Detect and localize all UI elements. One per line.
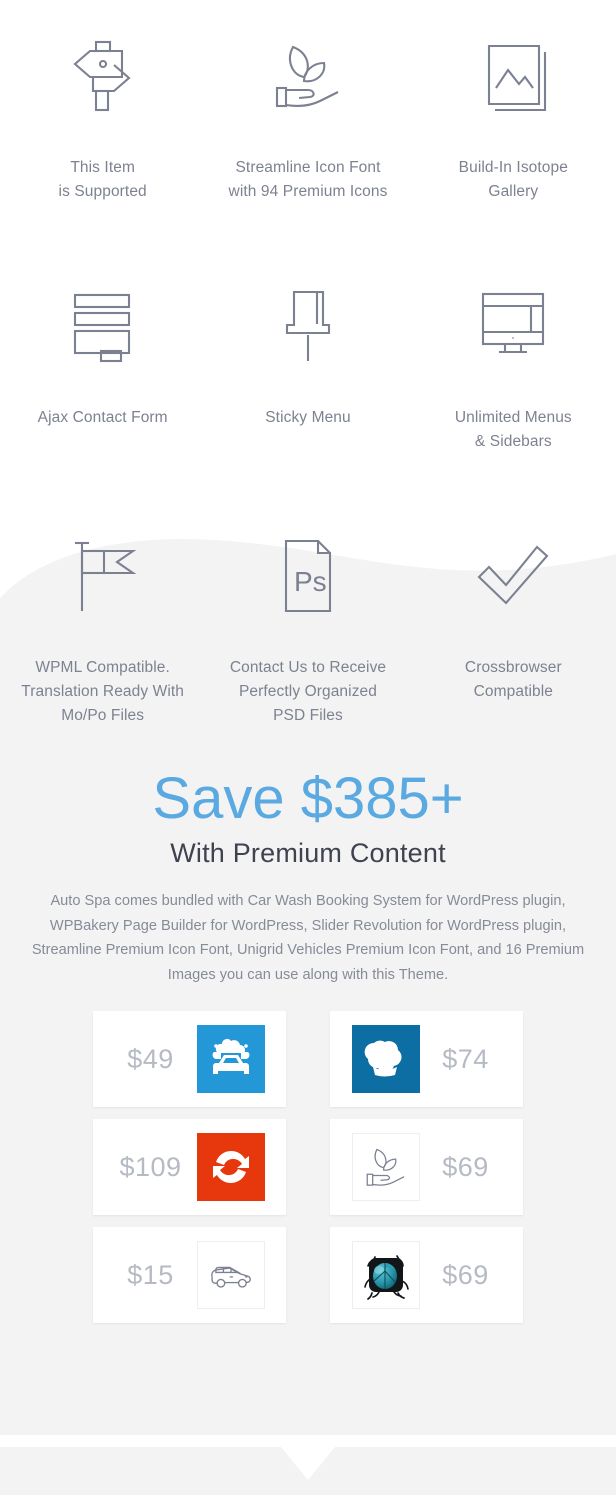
monitor-layout-icon bbox=[417, 276, 610, 376]
bundle-card-wpbakery[interactable]: $74 bbox=[330, 1011, 523, 1107]
feature-item-sticky-menu: Sticky Menu bbox=[205, 258, 410, 508]
feature-item-psd: Ps Contact Us to Receive Perfectly Organi… bbox=[205, 508, 410, 758]
image-stack-icon bbox=[417, 26, 610, 126]
feature-label: Crossbrowser Compatible bbox=[464, 659, 562, 700]
feature-label: This Item is Supported bbox=[58, 159, 147, 200]
feature-item-crossbrowser: Crossbrowser Compatible bbox=[411, 508, 616, 758]
feature-label: Sticky Menu bbox=[265, 409, 351, 426]
bundle-price: $74 bbox=[442, 1043, 489, 1074]
feature-item-contact-form: Ajax Contact Form bbox=[0, 258, 205, 508]
bundle-price: $69 bbox=[442, 1151, 489, 1182]
bundle-price: $109 bbox=[119, 1151, 182, 1182]
pin-icon bbox=[211, 276, 404, 376]
bundle-card-slider-revolution[interactable]: $109 bbox=[93, 1119, 286, 1215]
promo-description: Auto Spa comes bundled with Car Wash Boo… bbox=[31, 893, 585, 983]
feature-item-isotope: Build-In Isotope Gallery bbox=[411, 8, 616, 258]
photoshop-file-icon: Ps bbox=[211, 526, 404, 626]
feature-label: WPML Compatible. Translation Ready With Mo… bbox=[21, 659, 185, 724]
feature-label: Streamline Icon Font with 94 Premium Icon… bbox=[228, 159, 388, 200]
bundle-card-row: $109 $69 bbox=[93, 1119, 523, 1215]
svg-text:Ps: Ps bbox=[294, 566, 327, 597]
bundle-price: $49 bbox=[127, 1043, 174, 1074]
feature-item-supported: This Item is Supported bbox=[0, 8, 205, 258]
feature-label: Ajax Contact Form bbox=[37, 409, 168, 426]
bundle-card-unigrid-vehicles[interactable]: $15 bbox=[93, 1227, 286, 1323]
bundle-card-streamline-font[interactable]: $69 bbox=[330, 1119, 523, 1215]
feature-grid: This Item is Supported Streamline Icon Fo… bbox=[0, 0, 616, 758]
section-bottom-pointer bbox=[0, 1435, 616, 1480]
slider-revolution-icon bbox=[196, 1133, 265, 1201]
bundle-card-premium-images[interactable]: $69 bbox=[330, 1227, 523, 1323]
feature-label: Unlimited Menus & Sidebars bbox=[454, 409, 572, 450]
feature-label: Build-In Isotope Gallery bbox=[458, 159, 568, 200]
feature-item-wpml: WPML Compatible. Translation Ready With Mo… bbox=[0, 508, 205, 758]
signpost-icon bbox=[6, 26, 199, 126]
promo-section: Save $385+ With Premium Content Auto Spa… bbox=[0, 768, 616, 987]
feature-item-menus-sidebars: Unlimited Menus & Sidebars bbox=[411, 258, 616, 508]
bundle-price: $69 bbox=[442, 1259, 489, 1290]
promo-title: Save $385+ bbox=[152, 766, 464, 831]
suv-vehicle-icon bbox=[196, 1241, 265, 1309]
contact-form-icon bbox=[6, 276, 199, 376]
promo-page: This Item is Supported Streamline Icon Fo… bbox=[0, 0, 616, 1495]
feature-item-icon-font: Streamline Icon Font with 94 Premium Icon… bbox=[205, 8, 410, 258]
hand-leaf-icon bbox=[351, 1133, 420, 1201]
checkmark-icon bbox=[417, 526, 610, 626]
feature-label: Contact Us to Receive Perfectly Organized… bbox=[229, 659, 387, 724]
bundle-price: $15 bbox=[127, 1259, 174, 1290]
hand-leaf-icon bbox=[211, 26, 404, 126]
beetle-bug-icon bbox=[351, 1241, 420, 1309]
wpbakery-chefhat-icon bbox=[351, 1025, 420, 1093]
car-wash-icon bbox=[196, 1025, 265, 1093]
flag-icon bbox=[6, 526, 199, 626]
bundle-card-car-wash-booking[interactable]: $49 bbox=[93, 1011, 286, 1107]
bundle-card-row: $15 $69 bbox=[93, 1227, 523, 1323]
bundle-card-grid: $49 $74 $109 $69 $15 $69 bbox=[93, 1011, 523, 1323]
promo-subtitle: With Premium Content bbox=[170, 838, 446, 868]
bundle-card-row: $49 $74 bbox=[93, 1011, 523, 1107]
